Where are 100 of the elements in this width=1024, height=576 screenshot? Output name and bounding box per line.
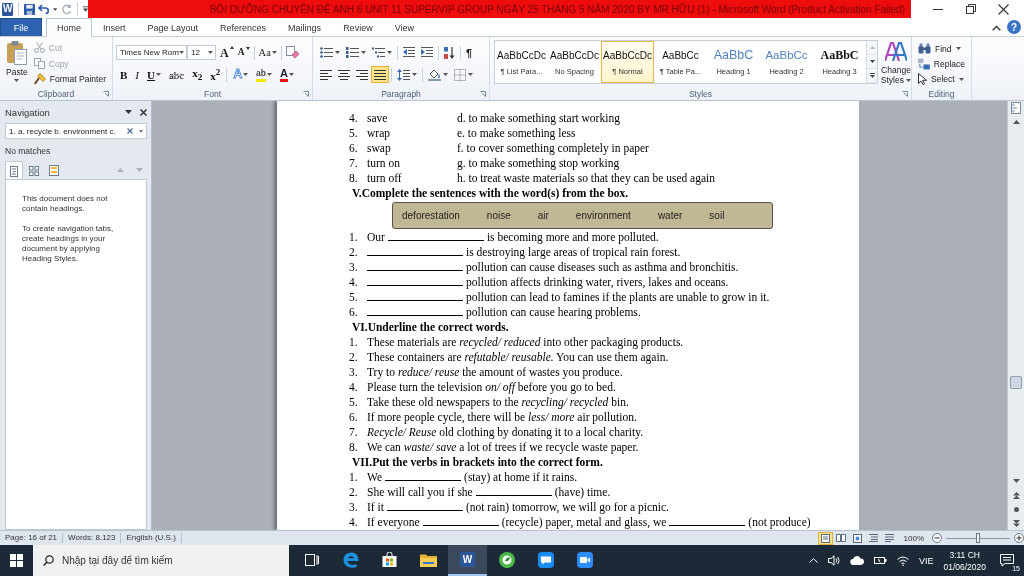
decrease-indent-icon [403,47,415,58]
chevron-up-icon[interactable] [992,25,1001,31]
change-case-button[interactable]: Aa [256,44,279,61]
redo-icon [60,3,72,15]
battery-icon[interactable] [873,556,887,565]
clear-icon[interactable] [127,128,133,134]
show-formatting-marks-button[interactable]: ¶ [463,44,476,61]
dialog-launcher-icon[interactable] [480,90,486,97]
list-number: 4. [349,111,359,126]
style-preview: AaBbCcDc [550,48,599,62]
sentence-text: These materials are recycled/ reduced into other packaging products. [367,335,684,350]
caret-icon[interactable] [53,7,58,11]
align-center-icon [338,69,350,80]
ribbon-tab[interactable]: Insert [92,18,137,36]
find-button[interactable]: Find [916,41,967,57]
font-size-field[interactable]: 12 [187,45,216,60]
speaker-icon[interactable] [827,555,840,566]
justify-button[interactable] [371,66,389,83]
save-button[interactable] [24,3,36,15]
clock-date[interactable]: 01/06/2020 [943,560,986,573]
undo-button[interactable] [38,4,51,14]
ribbon-tab[interactable]: References [209,18,278,36]
print-layout-button[interactable] [817,531,833,545]
ribbon-tab[interactable]: Page Layout [136,18,210,36]
clock-time[interactable]: 3:11 CH [949,548,980,561]
speech-bubble-icon [1000,554,1014,567]
caret-icon[interactable] [139,129,143,133]
bullets-button[interactable] [317,44,343,61]
ribbon-tab[interactable]: Home [46,18,92,37]
minimize-icon [932,8,943,10]
highlight-button[interactable]: ab [252,66,276,83]
caret-icon[interactable] [955,47,961,51]
help-button[interactable]: ? [1007,20,1021,34]
search-status: No matches [5,146,52,156]
task-view-icon [304,553,319,566]
vocabulary-word: turn off [367,171,403,186]
customize-toolbar-icon[interactable] [82,6,88,12]
search-field[interactable]: Nhập tại đây để tìm kiếm [33,545,289,576]
zoom-slider-thumb[interactable] [976,533,980,543]
caret-icon [271,51,277,54]
clear-formatting-button[interactable] [283,44,301,61]
wifi-icon[interactable] [896,555,909,566]
dialog-launcher-icon[interactable] [103,90,109,97]
sentence-text: (stay) at home if it rains. [464,470,578,485]
shrink-font-button[interactable]: A [235,44,252,61]
underline-button[interactable]: U [143,66,165,83]
font-name-field[interactable]: Times New Rom [116,45,187,60]
zoom-in-button[interactable] [1014,533,1024,543]
ribbon-tab[interactable]: View [383,18,425,36]
font-color-button[interactable]: A [276,66,298,83]
caret-icon[interactable] [155,73,161,76]
format-painter-button[interactable]: Format Painter [31,71,108,87]
page-count[interactable]: Page: 16 of 21 [0,533,64,543]
change-styles-button[interactable]: Change Styles [880,39,912,87]
zoom-out-button[interactable] [932,533,942,543]
app-logo[interactable]: W [2,2,14,16]
grow-font-button[interactable]: A [218,44,236,61]
word-count[interactable]: Words: 8.123 [63,533,122,543]
gallery-down-button[interactable] [867,55,877,69]
line-spacing-button[interactable] [394,66,420,83]
replace-button[interactable]: Replace [916,56,967,72]
page-layout-icon [820,533,830,543]
zoom-level[interactable]: 100% [903,533,924,543]
italic-button[interactable]: I [131,66,143,83]
numbered-list-icon [346,47,359,58]
list-number: 3. [349,260,359,275]
bold-button[interactable]: B [116,66,132,83]
pane-options-icon[interactable] [125,110,132,114]
dialog-launcher-icon[interactable] [303,90,309,97]
group-label: Paragraph [381,88,421,99]
select-button[interactable]: Select [916,71,967,87]
language-status[interactable]: English (U.S.) [121,533,182,543]
cloud-icon[interactable] [849,556,864,565]
box-word: deforestation [402,210,460,221]
input-language[interactable]: VIE [918,555,934,566]
paste-button[interactable]: Paste [4,39,30,87]
clipboard-icon [6,41,27,65]
caret-icon [288,73,294,76]
caret-up-icon [229,46,234,49]
close-icon[interactable] [140,108,147,116]
scroll-thumb[interactable] [1010,376,1022,389]
dialog-launcher-icon[interactable] [902,90,908,97]
superscript-button[interactable]: x$^{2}$ [206,66,225,83]
file-menu-button[interactable]: File [0,18,42,36]
sentence-text: pollution can cause diseases such as asthma and bronchitis. [466,260,739,275]
word-taskbar-button[interactable]: W [448,545,487,576]
ruler-button[interactable] [1008,101,1024,115]
ribbon-tab[interactable]: Review [332,18,384,36]
binoculars-icon [918,43,931,55]
search-field[interactable]: 1. a. recycle b. environment c. [5,123,147,139]
list-number: 1. [349,230,359,245]
outline-icon [868,534,878,542]
sentence-text: (recycle) paper, metal and glass, we [501,515,667,530]
document-outline-icon [10,165,18,177]
ribbon-tab[interactable]: Mailings [277,18,333,36]
subscript-button[interactable]: x$_{2}$ [188,66,207,83]
reading-view-button[interactable] [833,531,849,545]
gallery-more-button[interactable] [867,69,877,83]
caret-icon[interactable] [958,77,964,81]
numbering-button[interactable] [343,44,369,61]
